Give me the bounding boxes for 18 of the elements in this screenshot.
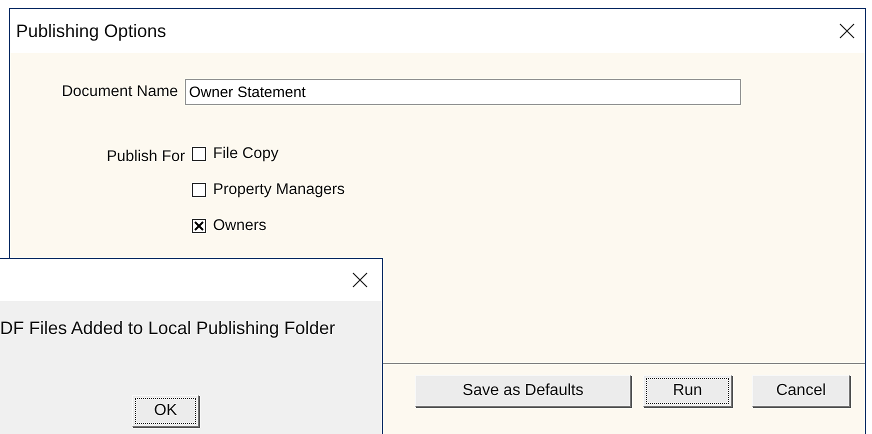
dialog-button[interactable]: Cancel [752,375,850,407]
dialog-button[interactable]: Run [643,375,732,407]
checkbox[interactable] [192,219,206,233]
dialog-button[interactable]: OK [132,395,199,427]
field-label: Document Name [60,82,179,102]
message-text: DF Files Added to Local Publishing Folder [0,318,336,338]
check-cross-icon [194,221,204,231]
field-label: Publish For [106,147,186,167]
checkbox[interactable] [192,183,206,197]
checkbox-label: Property Managers [213,181,345,199]
checkbox-label: Owners [213,217,266,235]
window-title: Publishing Options [16,20,166,43]
close-icon[interactable] [352,272,368,288]
checkbox-label: File Copy [213,145,278,163]
close-icon[interactable] [839,23,855,39]
dialog-button[interactable]: Save as Defaults [415,375,631,407]
checkbox[interactable] [192,147,206,161]
document-name-field[interactable]: Owner Statement [185,79,741,105]
